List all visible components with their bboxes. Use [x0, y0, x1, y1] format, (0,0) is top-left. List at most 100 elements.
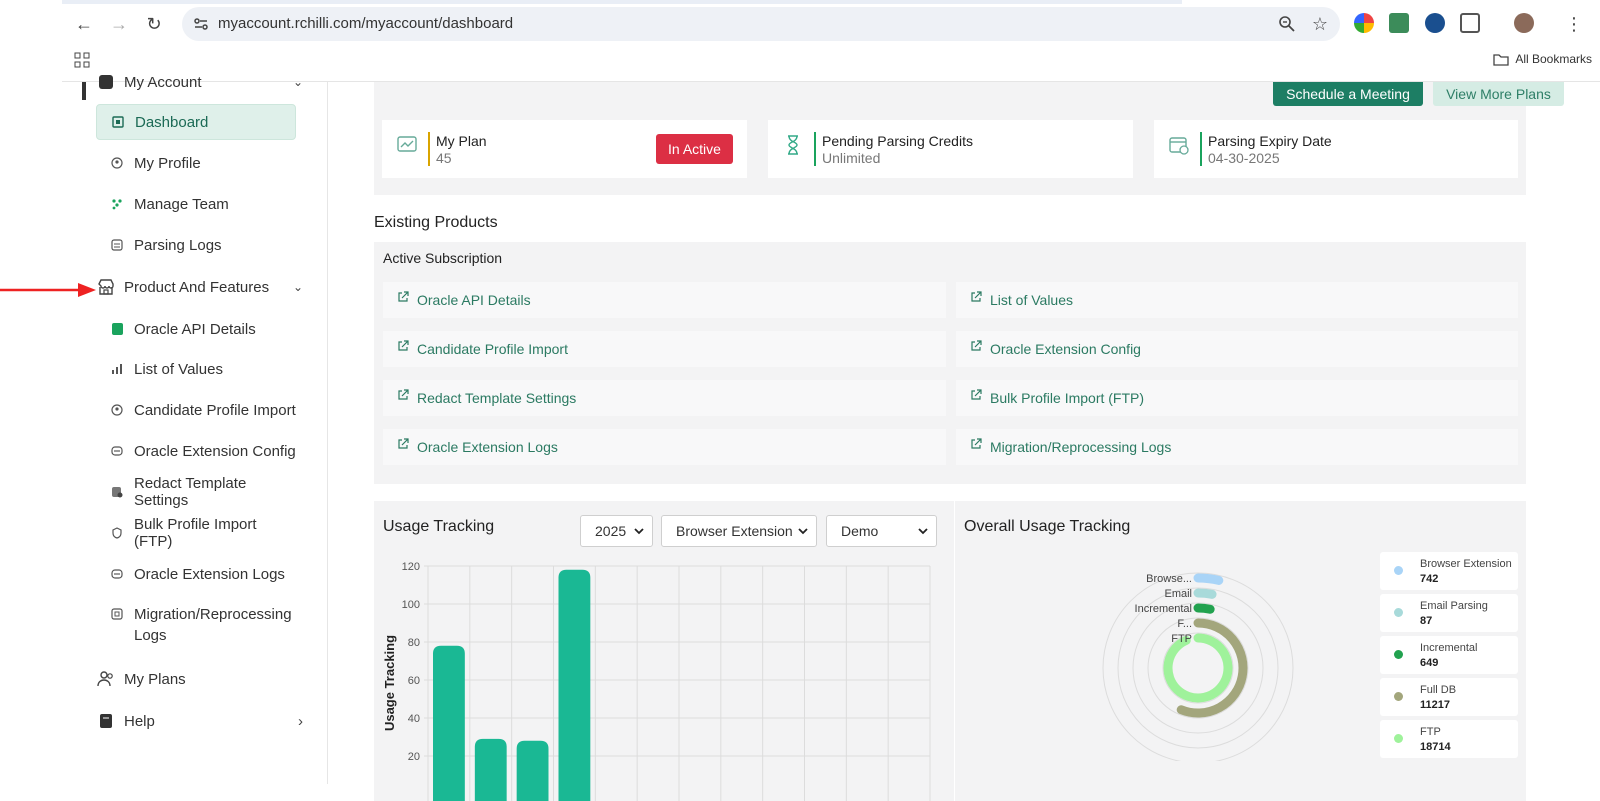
- legend-dot: [1394, 692, 1403, 701]
- legend-name: Browser Extension: [1420, 558, 1512, 570]
- sidebar-item-label: Parsing Logs: [134, 237, 222, 254]
- accent-bar: [814, 132, 816, 166]
- external-link-icon: [970, 389, 982, 401]
- sidebar-item-candidate-import[interactable]: Candidate Profile Import: [96, 392, 296, 428]
- dashboard-icon: [111, 115, 125, 129]
- back-icon[interactable]: ←: [72, 12, 96, 36]
- profile-avatar[interactable]: [1514, 13, 1534, 33]
- usage-bar: [475, 739, 507, 801]
- product-link[interactable]: Bulk Profile Import (FTP): [956, 380, 1518, 416]
- sidebar-item-bulk-import[interactable]: Bulk Profile Import (FTP): [96, 515, 296, 551]
- plan-summary-panel: Schedule a Meeting View More Plans My Pl…: [374, 82, 1526, 195]
- credits-card: Pending Parsing Credits Unlimited: [768, 120, 1133, 178]
- card-title: My Plan: [436, 133, 487, 149]
- sidebar-item-label: Oracle Extension Config: [134, 443, 296, 460]
- view-more-plans-button[interactable]: View More Plans: [1433, 82, 1564, 106]
- sidebar-item-label: Help: [124, 713, 155, 730]
- year-select[interactable]: 2025: [580, 515, 653, 547]
- product-link[interactable]: Oracle API Details: [383, 282, 946, 318]
- users-icon: [96, 669, 116, 689]
- card-value: 45: [436, 150, 452, 166]
- active-subscription-title: Active Subscription: [383, 250, 502, 266]
- usage-bar-chart: 20406080100120Usage Tracking: [374, 553, 954, 801]
- active-indicator: [82, 82, 86, 100]
- expiry-card: Parsing Expiry Date 04-30-2025: [1154, 120, 1518, 178]
- sidebar-item-my-profile[interactable]: My Profile: [96, 145, 296, 181]
- sidebar-item-label: Candidate Profile Import: [134, 402, 296, 419]
- sidebar-item-migration-logs[interactable]: Migration/Reprocessing Logs: [96, 597, 296, 643]
- bookmark-star-icon[interactable]: ☆: [1312, 14, 1328, 35]
- legend-dot: [1394, 608, 1403, 617]
- tab-strip: [62, 0, 1182, 4]
- sidebar-item-label: List of Values: [134, 361, 223, 378]
- product-link[interactable]: Migration/Reprocessing Logs: [956, 429, 1518, 465]
- extension-check-icon[interactable]: [1425, 13, 1445, 33]
- y-axis-label: Usage Tracking: [382, 635, 397, 731]
- sidebar-item-label: Dashboard: [135, 114, 208, 131]
- all-bookmarks[interactable]: All Bookmarks: [1493, 52, 1592, 66]
- config-icon: [110, 444, 124, 458]
- product-link[interactable]: Redact Template Settings: [383, 380, 946, 416]
- site-settings-icon[interactable]: [192, 15, 210, 33]
- extension-color-icon[interactable]: [1354, 13, 1374, 33]
- sidebar-item-my-plans[interactable]: My Plans: [96, 661, 303, 697]
- all-bookmarks-label: All Bookmarks: [1515, 52, 1592, 66]
- legend-name: Incremental: [1420, 642, 1477, 654]
- y-tick-label: 120: [402, 561, 420, 573]
- legend-value: 649: [1420, 657, 1438, 669]
- legend-item: FTP18714: [1380, 720, 1518, 758]
- sidebar-item-redact-settings[interactable]: Redact Template Settings: [96, 474, 296, 510]
- store-icon: [96, 277, 116, 297]
- radial-arc: [1198, 578, 1219, 580]
- legend-name: FTP: [1420, 726, 1441, 738]
- legend-value: 87: [1420, 615, 1432, 627]
- address-bar[interactable]: myaccount.rchilli.com/myaccount/dashboar…: [182, 7, 1340, 41]
- product-link[interactable]: Oracle Extension Logs: [383, 429, 946, 465]
- extensions-puzzle-icon[interactable]: [1460, 13, 1480, 33]
- plan-card: My Plan 45 In Active: [382, 120, 747, 178]
- external-link-icon: [397, 291, 409, 303]
- product-link[interactable]: Oracle Extension Config: [956, 331, 1518, 367]
- forward-icon[interactable]: →: [107, 12, 131, 36]
- product-link[interactable]: List of Values: [956, 282, 1518, 318]
- year-select-value: 2025: [595, 523, 626, 539]
- radial-arc: [1198, 593, 1212, 594]
- hourglass-icon: [782, 134, 804, 156]
- team-icon: [110, 197, 124, 211]
- legend-dot: [1394, 734, 1403, 743]
- sidebar-item-my-account[interactable]: My Account ⌄: [96, 64, 303, 100]
- settings-icon: [110, 485, 124, 499]
- product-link[interactable]: Candidate Profile Import: [383, 331, 946, 367]
- url-text[interactable]: myaccount.rchilli.com/myaccount/dashboar…: [218, 15, 513, 32]
- sidebar-item-product-features[interactable]: Product And Features ⌄: [96, 269, 303, 305]
- schedule-meeting-button[interactable]: Schedule a Meeting: [1273, 82, 1423, 106]
- product-link-label: List of Values: [990, 292, 1073, 308]
- sidebar-item-oracle-api[interactable]: Oracle API Details: [96, 311, 296, 347]
- radial-arc: [1198, 608, 1210, 609]
- apps-grid-icon[interactable]: [74, 52, 90, 68]
- user-circle-icon: [110, 156, 124, 170]
- sidebar-item-list-values[interactable]: List of Values: [96, 351, 296, 387]
- folder-icon: [1493, 53, 1509, 66]
- source-select[interactable]: Browser Extension: [661, 515, 817, 547]
- sidebar-item-label: Oracle API Details: [134, 321, 256, 338]
- sidebar-item-label: My Profile: [134, 155, 201, 172]
- zoom-icon[interactable]: [1278, 15, 1296, 33]
- sidebar-item-parsing-logs[interactable]: Parsing Logs: [96, 227, 296, 263]
- user-circle-icon: [110, 403, 124, 417]
- reload-icon[interactable]: ↻: [142, 12, 166, 36]
- sidebar-item-dashboard[interactable]: Dashboard: [96, 104, 296, 140]
- sidebar-item-extension-logs[interactable]: Oracle Extension Logs: [96, 556, 296, 592]
- usage-tracking-title: Usage Tracking: [383, 518, 494, 536]
- config-icon: [110, 567, 124, 581]
- accent-bar: [1200, 132, 1202, 166]
- sidebar-item-manage-team[interactable]: Manage Team: [96, 186, 296, 222]
- radial-label: Incremental: [1135, 603, 1192, 615]
- extension-sheet-icon[interactable]: [1389, 13, 1409, 33]
- environment-select[interactable]: Demo: [826, 515, 937, 547]
- sidebar-item-help[interactable]: Help ›: [96, 703, 303, 739]
- browser-menu-icon[interactable]: ⋮: [1562, 12, 1586, 36]
- sidebar-item-extension-config[interactable]: Oracle Extension Config: [96, 433, 296, 469]
- usage-bar: [517, 741, 549, 801]
- calendar-icon: [1168, 134, 1190, 156]
